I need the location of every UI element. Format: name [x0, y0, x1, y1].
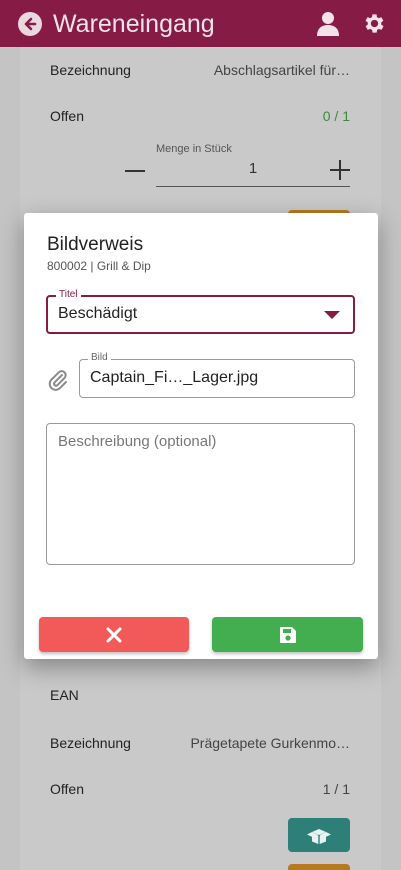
image-reference-dialog: Bildverweis 800002 | Grill & Dip Titel B…: [24, 213, 378, 659]
bezeichnung-value: Abschlagsartikel für…: [213, 62, 350, 78]
dialog-subtitle: 800002 | Grill & Dip: [47, 259, 151, 273]
save-button[interactable]: [212, 617, 363, 652]
back-button[interactable]: [18, 12, 42, 36]
dialog-title: Bildverweis: [47, 234, 144, 255]
bild-value: Captain_Fi…_Lager.jpg: [90, 369, 259, 386]
bild-label: Bild: [88, 352, 111, 364]
cancel-button[interactable]: [39, 617, 189, 652]
offen-label-2: Offen: [50, 781, 84, 797]
bezeichnung-label: Bezeichnung: [50, 62, 131, 78]
titel-label: Titel: [56, 289, 81, 301]
page-title: Wareneingang: [53, 10, 215, 38]
quantity-value[interactable]: 1: [156, 160, 350, 177]
titel-value: Beschädigt: [58, 305, 138, 322]
app-header: Wareneingang: [0, 0, 401, 47]
titel-select[interactable]: Titel Beschädigt: [46, 289, 355, 334]
bezeichnung-value-2: Prägetapete Gurkenmo…: [190, 735, 350, 751]
save-icon: [279, 626, 296, 643]
user-button[interactable]: [316, 11, 340, 37]
arrow-left-circle-icon: [24, 17, 37, 31]
beschreibung-placeholder: Beschreibung (optional): [58, 433, 217, 450]
offen-value: 0 / 1: [322, 108, 350, 124]
close-icon: [106, 627, 122, 642]
quantity-underline: [156, 186, 350, 187]
beschreibung-textarea[interactable]: Beschreibung (optional): [46, 423, 355, 565]
open-box-button[interactable]: [288, 818, 350, 852]
menge-label: Menge in Stück: [156, 143, 232, 155]
attach-button[interactable]: [48, 369, 68, 391]
open-box-icon: [307, 829, 331, 844]
quantity-plus-button[interactable]: [330, 160, 350, 180]
settings-button[interactable]: [362, 11, 387, 36]
offen-value-2: 1 / 1: [322, 781, 350, 797]
bild-file-field[interactable]: Bild Captain_Fi…_Lager.jpg: [79, 352, 355, 398]
offen-label: Offen: [50, 108, 84, 124]
user-icon: [317, 12, 339, 36]
orange-action-button-2[interactable]: [288, 864, 350, 870]
quantity-minus-button[interactable]: [125, 170, 145, 172]
caret-down-icon: [324, 311, 340, 319]
paperclip-icon: [48, 370, 67, 391]
gear-icon: [365, 14, 384, 33]
bezeichnung-label-2: Bezeichnung: [50, 735, 131, 751]
ean-label: EAN: [50, 687, 79, 703]
